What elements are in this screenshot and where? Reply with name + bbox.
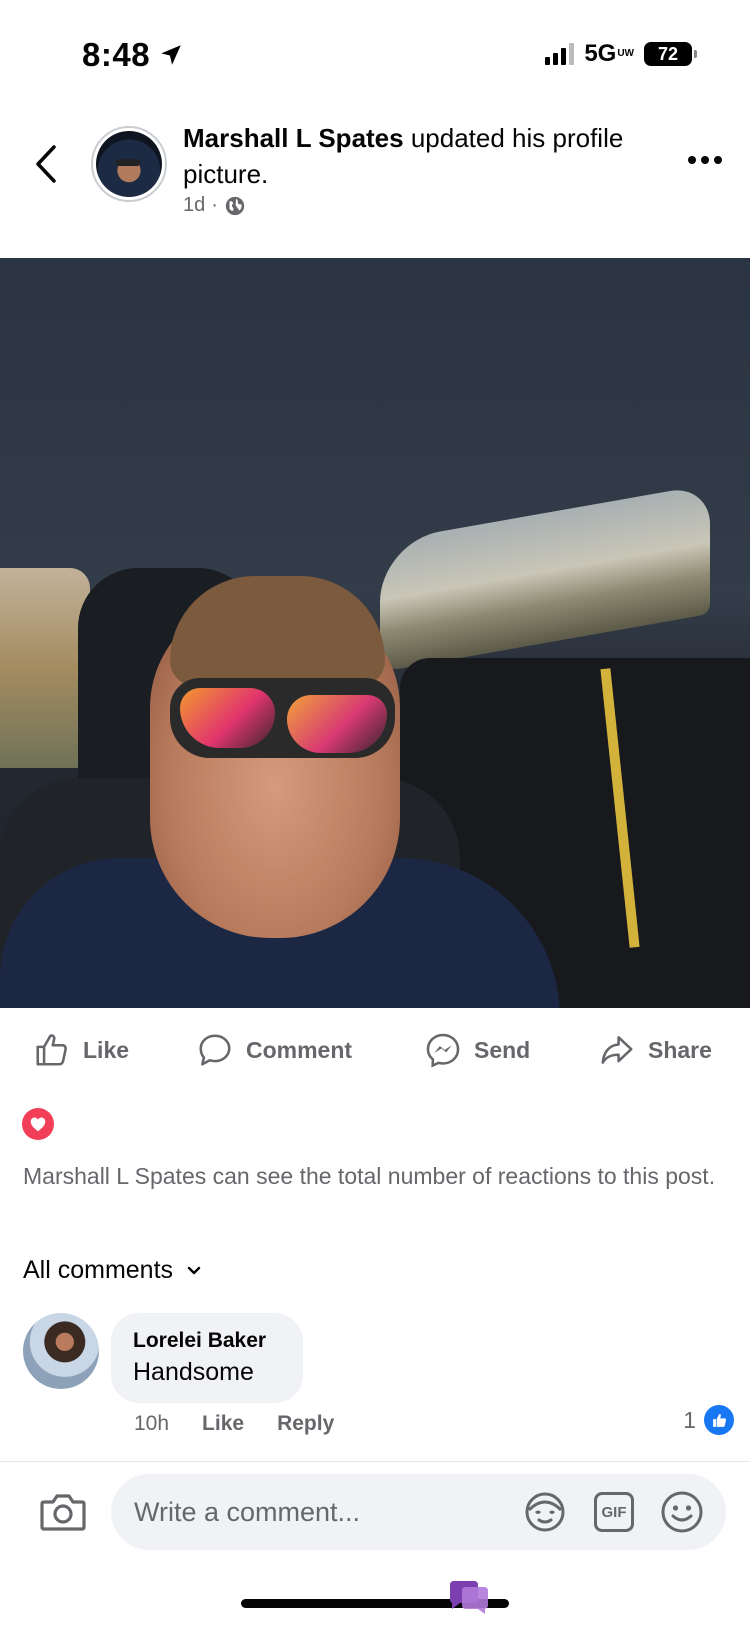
comment-reaction-count[interactable]: 1 [683, 1405, 734, 1435]
messenger-icon [426, 1033, 460, 1068]
status-time: 8:48 [82, 36, 184, 74]
comment-like-count: 1 [683, 1406, 696, 1433]
clock: 8:48 [82, 36, 151, 73]
author-name[interactable]: Marshall L Spates [183, 123, 404, 153]
gif-icon: GIF [594, 1492, 634, 1532]
battery-icon: 72 [644, 42, 697, 66]
comments-filter-dropdown[interactable]: All comments [23, 1256, 201, 1285]
like-label: Like [83, 1036, 130, 1063]
avatar-sticker-icon [525, 1492, 565, 1532]
more-options-button[interactable] [688, 156, 722, 164]
like-button[interactable]: Like [33, 1030, 129, 1070]
heart-icon [30, 1117, 46, 1132]
chevron-down-icon [187, 1266, 201, 1274]
status-indicators: 5G UW 72 [545, 40, 697, 68]
back-button[interactable] [28, 140, 64, 188]
smiley-icon [661, 1491, 703, 1533]
camera-button[interactable] [40, 1492, 86, 1532]
emoji-button[interactable] [660, 1490, 704, 1534]
comment-meta: 10h Like Reply [134, 1412, 334, 1436]
comment-bubble[interactable]: Lorelei Baker Handsome [111, 1313, 303, 1403]
share-label: Share [648, 1036, 712, 1063]
share-arrow-icon [601, 1036, 633, 1064]
commenter-avatar[interactable] [23, 1313, 99, 1389]
like-reaction-icon [704, 1405, 734, 1435]
post-age[interactable]: 1d [183, 194, 205, 217]
post-title: Marshall L Spates updated his profile pi… [183, 120, 643, 192]
reactions-privacy-note: Marshall L Spates can see the total numb… [23, 1163, 716, 1189]
thumbs-up-icon [36, 1034, 67, 1066]
profile-photo[interactable] [0, 258, 750, 1008]
chevron-left-icon [36, 145, 56, 183]
comment-reply-button[interactable]: Reply [277, 1412, 334, 1436]
gif-button[interactable]: GIF [592, 1490, 636, 1534]
comment-age: 10h [134, 1412, 170, 1435]
speech-bubble-icon [199, 1034, 231, 1066]
comment-label: Comment [246, 1036, 353, 1063]
location-arrow-icon [161, 45, 181, 65]
status-bar: 8:48 5G UW 72 [0, 0, 750, 110]
more-dots-icon [688, 156, 696, 164]
send-label: Send [474, 1036, 531, 1063]
floating-chat-bubble[interactable] [446, 1577, 492, 1617]
post-action-bar: Like Comment Send Share [0, 1010, 750, 1090]
comment-like-button[interactable]: Like [202, 1412, 244, 1436]
camera-icon [40, 1494, 86, 1531]
comment-button[interactable]: Comment [196, 1030, 352, 1070]
author-avatar[interactable] [91, 126, 167, 202]
post-meta: 1d · [183, 194, 246, 217]
commenter-name[interactable]: Lorelei Baker [133, 1327, 281, 1355]
comments-filter-label: All comments [23, 1256, 174, 1284]
comment-text: Handsome [133, 1358, 254, 1386]
love-reaction-icon[interactable] [22, 1108, 54, 1140]
battery-level: 72 [657, 43, 679, 64]
author-avatar-image [96, 131, 162, 197]
composer-divider [0, 1461, 750, 1462]
avatar-sticker-button[interactable] [523, 1490, 567, 1534]
meta-separator: · [211, 194, 218, 216]
thumbs-up-filled-icon [712, 1413, 726, 1427]
network-type: 5G UW [584, 40, 634, 67]
globe-icon[interactable] [224, 195, 246, 217]
cellular-signal-icon [545, 43, 575, 65]
post-header: Marshall L Spates updated his profile pi… [0, 118, 750, 248]
send-button[interactable]: Send [424, 1030, 530, 1070]
chat-bubbles-icon [450, 1581, 488, 1614]
share-button[interactable]: Share [598, 1030, 712, 1070]
